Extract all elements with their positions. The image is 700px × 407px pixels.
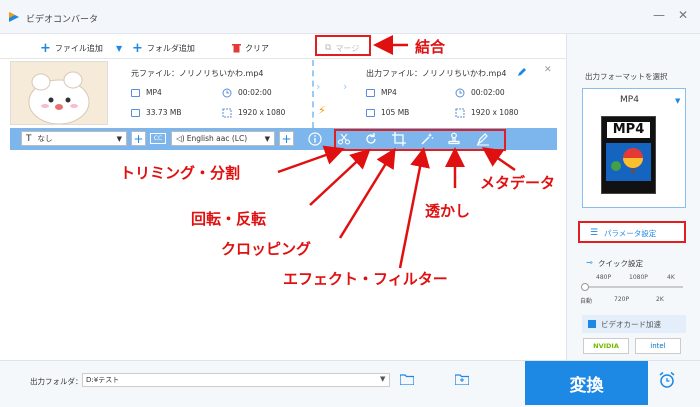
quality-slider-handle[interactable] — [581, 283, 589, 291]
format-value: MP4 — [620, 95, 639, 105]
quick-settings-label: クイック設定 — [598, 259, 643, 268]
select-format-label: 出力フォーマットを選択 — [585, 72, 668, 81]
format-badge-icon: MP4 — [601, 116, 656, 194]
nvidia-badge[interactable]: NVIDIA — [583, 338, 629, 354]
annotation-trim: トリミング・分割 — [120, 164, 241, 182]
tick-1080p: 1080P — [629, 274, 648, 281]
alarm-clock-icon[interactable] — [658, 371, 676, 389]
tick-2k: 2K — [656, 296, 664, 303]
quality-slider[interactable] — [583, 286, 683, 288]
annotation-effect: エフェクト・フィルター — [283, 270, 448, 288]
tick-480p: 480P — [596, 274, 612, 281]
annotation-crop: クロッピング — [221, 240, 312, 258]
tick-auto: 自動 — [580, 298, 593, 305]
sliders-icon: ☰ — [590, 228, 599, 238]
annotation-metadata: メタデータ — [480, 174, 556, 192]
output-folder-label: 出力フォルダ： — [30, 377, 83, 386]
parameter-settings-label: パラメータ設定 — [604, 229, 657, 238]
gpu-chip-icon — [588, 320, 596, 328]
open-folder-icon[interactable] — [455, 374, 469, 385]
chevron-down-icon: ▼ — [675, 97, 681, 105]
tick-4k: 4K — [667, 274, 675, 281]
annotation-watermark: 透かし — [425, 202, 471, 220]
folder-icon[interactable] — [400, 374, 414, 385]
tick-720p: 720P — [614, 296, 630, 303]
gpu-accel-button[interactable]: ビデオカード加速 — [582, 315, 686, 333]
intel-badge[interactable]: intel — [635, 338, 681, 354]
format-badge-text: MP4 — [607, 122, 650, 138]
annotation-rotate: 回転・反転 — [191, 210, 267, 228]
convert-button[interactable]: 変換 — [525, 361, 648, 405]
balloon-image-icon — [606, 143, 651, 181]
gpu-accel-label: ビデオカード加速 — [601, 319, 661, 329]
annotation-merge: 結合 — [415, 38, 446, 56]
quick-settings-icon: ⊸ — [586, 258, 593, 267]
chevron-down-icon[interactable]: ▼ — [380, 375, 385, 383]
output-folder-input[interactable]: D:¥テスト — [82, 373, 390, 387]
